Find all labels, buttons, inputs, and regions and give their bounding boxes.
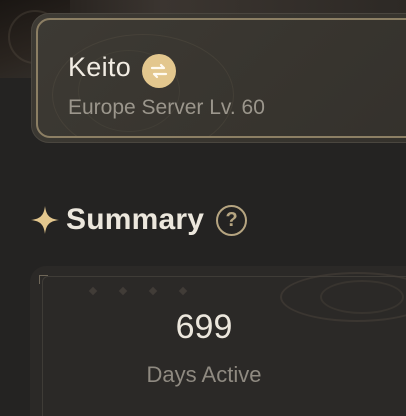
- sparkle-icon: [31, 206, 59, 234]
- page: Keito Europe Server Lv. 60 Summary ? 699…: [0, 0, 406, 416]
- switch-account-button[interactable]: [142, 54, 176, 88]
- pattern-dot: [118, 286, 128, 296]
- summary-title: Summary: [66, 203, 205, 236]
- corner-ornament: [39, 275, 48, 284]
- swap-arrows-icon: [150, 63, 168, 79]
- server-level-text: Europe Server Lv. 60: [68, 96, 265, 119]
- pattern-dot: [178, 286, 188, 296]
- profile-card[interactable]: Keito Europe Server Lv. 60: [31, 13, 406, 143]
- stats-panel: 699 Days Active: [30, 266, 406, 416]
- question-circle-icon[interactable]: ?: [216, 204, 248, 236]
- profile-card-frame: Keito Europe Server Lv. 60: [36, 18, 406, 138]
- days-active-value: 699: [175, 308, 233, 346]
- days-active-label: Days Active: [146, 362, 262, 387]
- pattern-dot: [148, 286, 158, 296]
- panel-dot-pattern: [88, 286, 188, 296]
- summary-heading: Summary ?: [30, 198, 248, 242]
- player-name: Keito: [68, 52, 132, 82]
- pattern-dot: [88, 286, 98, 296]
